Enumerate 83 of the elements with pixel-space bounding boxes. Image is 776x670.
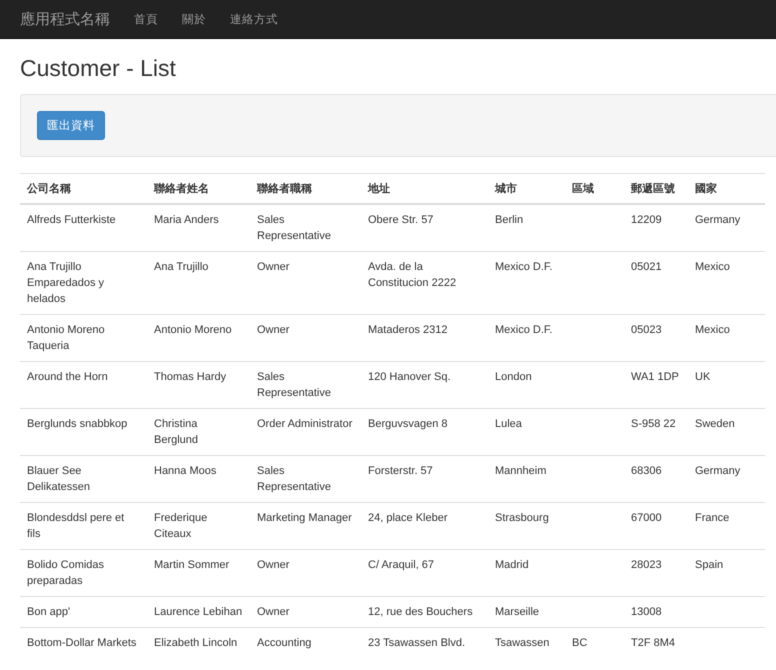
table-cell: Bolido Comidas preparadas	[20, 550, 147, 596]
table-cell: Frederique Citeaux	[147, 502, 250, 550]
table-cell: Tsawassen	[488, 628, 565, 658]
table-cell: Christina Berglund	[147, 408, 250, 456]
table-cell: Mexico	[688, 252, 765, 314]
table-cell: Strasbourg	[488, 502, 565, 550]
table-cell: Elizabeth Lincoln	[147, 628, 250, 658]
table-cell: Berlin	[488, 204, 565, 252]
table-cell: Avda. de la Constitucion 2222	[361, 252, 488, 314]
table-cell: C/ Araquil, 67	[361, 550, 488, 596]
column-header: 區域	[565, 174, 624, 204]
table-cell: Antonio Moreno Taqueria	[20, 314, 147, 362]
table-cell: Forsterstr. 57	[361, 456, 488, 502]
table-cell: 24, place Kleber	[361, 502, 488, 550]
table-cell: Blauer See Delikatessen	[20, 456, 147, 502]
table-cell: Mannheim	[488, 456, 565, 502]
table-cell: Spain	[688, 550, 765, 596]
table-cell: Sweden	[688, 408, 765, 456]
table-cell: Germany	[688, 204, 765, 252]
table-cell: BC	[565, 628, 624, 658]
table-cell: Berguvsvagen 8	[361, 408, 488, 456]
table-cell: 120 Hanover Sq.	[361, 362, 488, 408]
column-header: 地址	[361, 174, 488, 204]
table-cell: WA1 1DP	[624, 362, 688, 408]
table-cell: Owner	[250, 314, 361, 362]
table-cell: Alfreds Futterkiste	[20, 204, 147, 252]
table-cell: Sales Representative	[250, 362, 361, 408]
table-cell: Sales Representative	[250, 456, 361, 502]
nav-link[interactable]: 關於	[182, 12, 206, 26]
table-cell: Thomas Hardy	[147, 362, 250, 408]
table-cell: 67000	[624, 502, 688, 550]
export-button[interactable]: 匯出資料	[37, 111, 105, 140]
table-cell: France	[688, 502, 765, 550]
table-cell: 12209	[624, 204, 688, 252]
table-cell: London	[488, 362, 565, 408]
table-cell: Madrid	[488, 550, 565, 596]
table-cell: Around the Horn	[20, 362, 147, 408]
table-cell: Germany	[688, 456, 765, 502]
table-cell: 05021	[624, 252, 688, 314]
table-cell: Bon app'	[20, 596, 147, 628]
table-cell: 12, rue des Bouchers	[361, 596, 488, 628]
table-cell: Owner	[250, 596, 361, 628]
table-cell: 23 Tsawassen Blvd.	[361, 628, 488, 658]
table-cell: 28023	[624, 550, 688, 596]
table-cell: Hanna Moos	[147, 456, 250, 502]
table-cell: Ana Trujillo	[147, 252, 250, 314]
column-header: 公司名稱	[20, 174, 147, 204]
table-cell: Marseille	[488, 596, 565, 628]
nav-link[interactable]: 連絡方式	[230, 12, 278, 26]
column-header: 聯絡者姓名	[147, 174, 250, 204]
column-header: 城市	[488, 174, 565, 204]
table-cell: Obere Str. 57	[361, 204, 488, 252]
table-cell: Mataderos 2312	[361, 314, 488, 362]
table-cell: Order Administrator	[250, 408, 361, 456]
table-cell: Sales Representative	[250, 204, 361, 252]
table-cell: Marketing Manager	[250, 502, 361, 550]
table-cell: Martin Sommer	[147, 550, 250, 596]
column-header: 國家	[688, 174, 765, 204]
table-cell: Bottom-Dollar Markets	[20, 628, 147, 658]
table-cell: T2F 8M4	[624, 628, 688, 658]
table-cell: Mexico D.F.	[488, 252, 565, 314]
page-title: Customer - List	[20, 55, 177, 82]
table-cell: Blondesddsl pere et fils	[20, 502, 147, 550]
table-cell: Antonio Moreno	[147, 314, 250, 362]
table-cell: 13008	[624, 596, 688, 628]
table-cell: S-958 22	[624, 408, 688, 456]
table-cell: Mexico	[688, 314, 765, 362]
table-cell: UK	[688, 362, 765, 408]
column-header: 聯絡者職稱	[250, 174, 361, 204]
table-cell: Mexico D.F.	[488, 314, 565, 362]
column-header: 郵遞區號	[624, 174, 688, 204]
table-cell: Berglunds snabbkop	[20, 408, 147, 456]
table-cell: Owner	[250, 252, 361, 314]
table-cell: 68306	[624, 456, 688, 502]
brand-link[interactable]: 應用程式名稱	[20, 10, 110, 28]
nav-link[interactable]: 首頁	[134, 12, 158, 26]
table-cell: Ana Trujillo Emparedados y helados	[20, 252, 147, 314]
table-cell: Laurence Lebihan	[147, 596, 250, 628]
table-cell: 05023	[624, 314, 688, 362]
table-cell: Accounting	[250, 628, 361, 658]
table-cell: Maria Anders	[147, 204, 250, 252]
table-cell: Owner	[250, 550, 361, 596]
table-cell: Lulea	[488, 408, 565, 456]
